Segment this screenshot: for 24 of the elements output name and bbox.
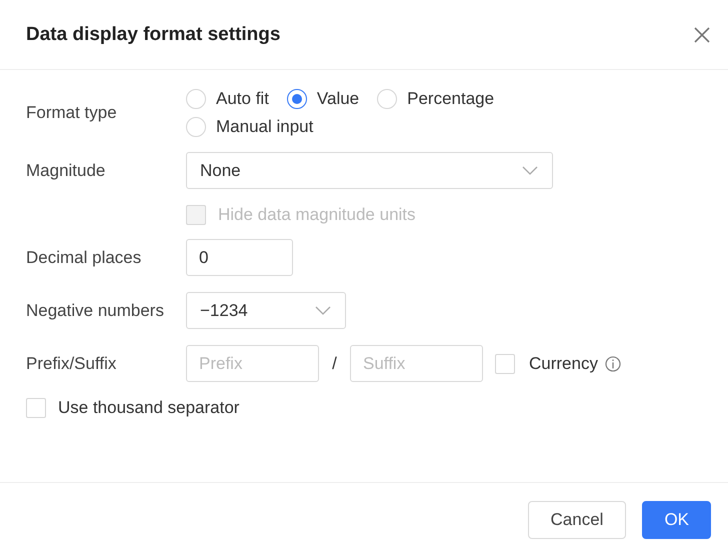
radio-option[interactable]: Auto fit <box>186 88 269 110</box>
field-label: Negative numbers <box>26 300 165 320</box>
close-icon[interactable] <box>693 26 711 44</box>
currency-checkbox[interactable]: Currency <box>495 354 598 374</box>
negative-numbers-select[interactable]: −1234 <box>186 292 346 329</box>
field-label: Prefix/Suffix <box>26 354 118 374</box>
field-label: Decimal places <box>26 248 142 268</box>
ok-button[interactable]: OK <box>642 500 711 538</box>
decimal-places-field[interactable]: 0 <box>186 239 293 276</box>
radio-option[interactable]: Manual input <box>186 116 314 138</box>
field-label: Magnitude <box>26 160 106 180</box>
thousand-separator-checkbox[interactable]: Use thousand separator <box>26 398 240 418</box>
radio-option[interactable]: Percentage <box>377 88 494 110</box>
cancel-button[interactable]: Cancel <box>528 500 626 538</box>
magnitude-select[interactable]: None <box>186 152 553 189</box>
chevron-down-icon <box>315 306 331 316</box>
separator-slash: / <box>331 354 338 374</box>
radio-option[interactable]: Value <box>286 88 360 110</box>
prefix-field[interactable]: Prefix <box>186 345 319 382</box>
info-icon[interactable] <box>604 356 621 372</box>
dialog-title: Data display format settings <box>26 24 280 46</box>
chevron-down-icon <box>522 166 538 176</box>
field-label: Format type <box>26 103 118 123</box>
suffix-field[interactable]: Suffix <box>350 345 483 382</box>
